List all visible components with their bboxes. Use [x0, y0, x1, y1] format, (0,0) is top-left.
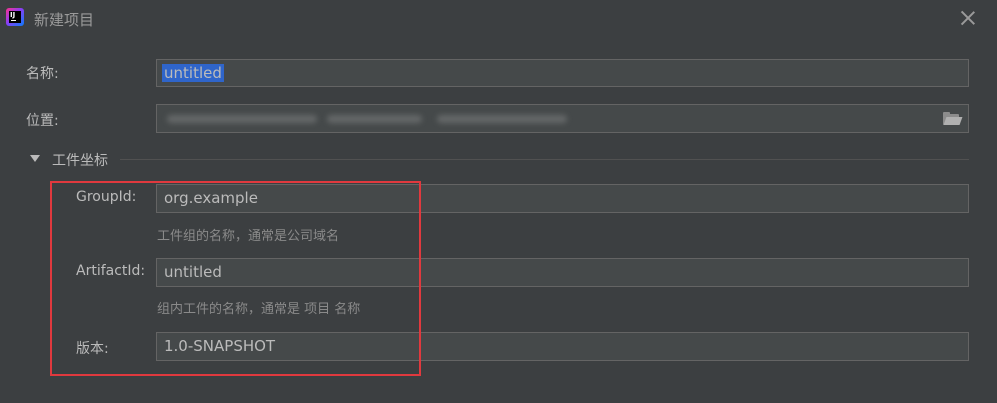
group-id-value: org.example: [164, 189, 258, 207]
group-id-input[interactable]: org.example: [156, 184, 969, 213]
title-bar: IJ 新建项目: [0, 0, 997, 38]
artifact-id-hint: 组内工件的名称，通常是 项目 名称: [157, 302, 361, 317]
version-value: 1.0-SNAPSHOT: [164, 337, 276, 355]
artifact-id-input[interactable]: untitled: [156, 258, 969, 287]
window-title: 新建项目: [34, 11, 95, 29]
version-label: 版本:: [76, 341, 109, 357]
version-input[interactable]: 1.0-SNAPSHOT: [156, 332, 969, 361]
name-input[interactable]: untitled: [156, 59, 969, 87]
group-id-hint: 工件组的名称，通常是公司域名: [157, 229, 340, 244]
location-label: 位置:: [26, 113, 59, 129]
intellij-logo-icon: IJ: [6, 8, 24, 26]
location-input[interactable]: [156, 104, 969, 133]
artifact-id-value: untitled: [164, 263, 222, 281]
blurred-path: [327, 115, 422, 123]
group-id-label: GroupId:: [76, 189, 137, 205]
section-divider: [120, 159, 969, 160]
artifact-id-label: ArtifactId:: [76, 263, 146, 279]
artifact-coordinates-toggle[interactable]: 工件坐标: [30, 150, 970, 170]
triangle-down-icon: [30, 155, 40, 162]
name-value: untitled: [162, 64, 224, 82]
blurred-path: [167, 115, 317, 123]
name-label: 名称:: [26, 66, 59, 82]
folder-browse-icon[interactable]: [943, 112, 963, 125]
close-icon[interactable]: [958, 8, 978, 28]
section-title: 工件坐标: [52, 153, 108, 169]
blurred-path: [437, 115, 567, 123]
